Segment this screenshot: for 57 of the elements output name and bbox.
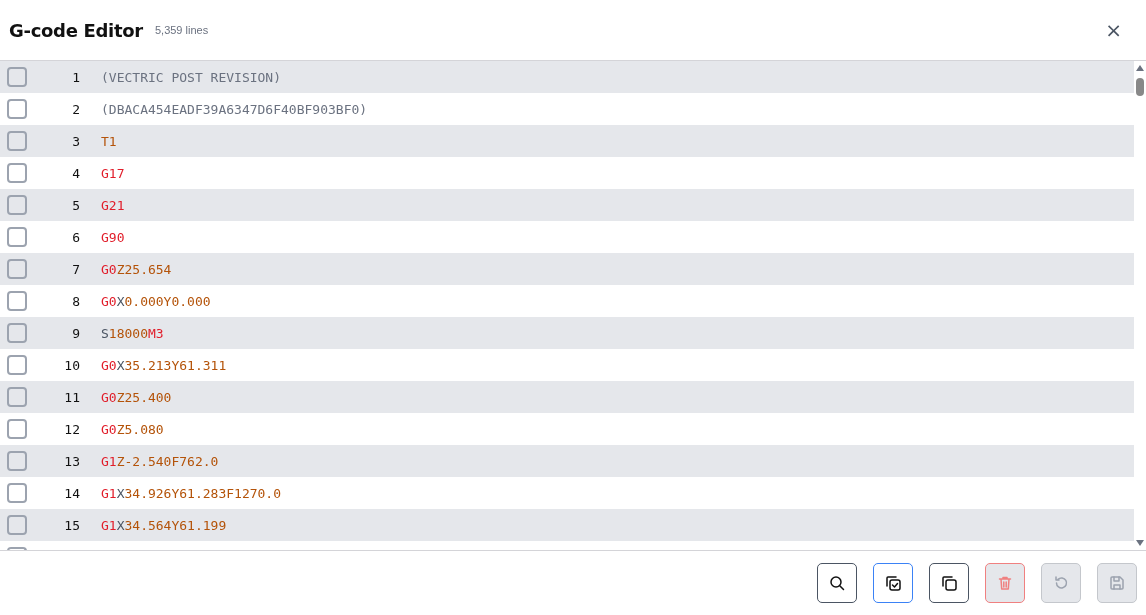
search-icon [829, 574, 845, 591]
code-line: (VECTRIC POST REVISION) [101, 69, 281, 85]
copy-button[interactable] [929, 562, 969, 603]
search-button[interactable] [817, 562, 857, 603]
code-line: G21 [101, 197, 125, 213]
code-line: T1 [101, 133, 117, 149]
line-number: 14 [63, 485, 80, 501]
close-button[interactable]: × [1101, 18, 1126, 42]
line-checkbox[interactable] [7, 451, 27, 471]
code-line: G0X0.000Y0.000 [101, 293, 211, 309]
line-number: 4 [71, 165, 80, 181]
code-line: G0X35.213Y61.311 [101, 357, 227, 373]
line-number: 9 [71, 325, 80, 341]
undo-icon [1053, 574, 1069, 591]
line-checkbox[interactable] [7, 515, 27, 535]
line-number: 13 [63, 453, 80, 469]
select-all-button[interactable] [873, 562, 913, 603]
code-line: G0Z25.654 [101, 261, 172, 277]
line-number: 12 [63, 421, 80, 437]
line-checkbox[interactable] [7, 163, 27, 183]
line-checkbox[interactable] [7, 67, 27, 87]
line-checkbox[interactable] [7, 355, 27, 375]
line-checkbox[interactable] [7, 483, 27, 503]
code-line: G1X34.926Y61.283F1270.0 [101, 485, 282, 501]
line-checkbox[interactable] [7, 195, 27, 215]
line-number: 1 [71, 69, 80, 85]
code-line: G0Z25.400 [101, 389, 172, 405]
trash-icon [997, 574, 1013, 591]
line-number: 11 [63, 389, 80, 405]
line-number: 7 [71, 261, 80, 277]
code-line: G1X34.564Y61.199 [101, 517, 227, 533]
line-number: 2 [71, 101, 80, 117]
line-number: 15 [63, 517, 80, 533]
line-number: 8 [71, 293, 80, 309]
line-checkbox[interactable] [7, 131, 27, 151]
code-line: G17 [101, 165, 125, 181]
code-line: S18000M3 [101, 325, 164, 341]
line-checkbox[interactable] [7, 387, 27, 407]
line-number: 6 [71, 229, 80, 245]
line-checkbox[interactable] [7, 291, 27, 311]
line-number: 5 [71, 197, 80, 213]
code-line: G90 [101, 229, 125, 245]
line-checkbox[interactable] [7, 323, 27, 343]
line-checkbox[interactable] [7, 227, 27, 247]
copy-icon [941, 574, 957, 591]
code-line: G0Z5.080 [101, 421, 164, 437]
line-checkbox[interactable] [7, 419, 27, 439]
window-title: G-code Editor [9, 19, 143, 41]
copy-check-icon [885, 574, 901, 591]
code-line: (DBACA454EADF39A6347D6F40BF903BF0) [101, 101, 368, 117]
line-checkbox[interactable] [7, 99, 27, 119]
line-number: 10 [63, 357, 80, 373]
line-number: 3 [71, 133, 80, 149]
code-line: G1Z-2.540F762.0 [101, 453, 219, 469]
line-checkbox[interactable] [7, 259, 27, 279]
save-icon [1109, 574, 1125, 591]
line-count: 5,359 lines [154, 24, 209, 36]
